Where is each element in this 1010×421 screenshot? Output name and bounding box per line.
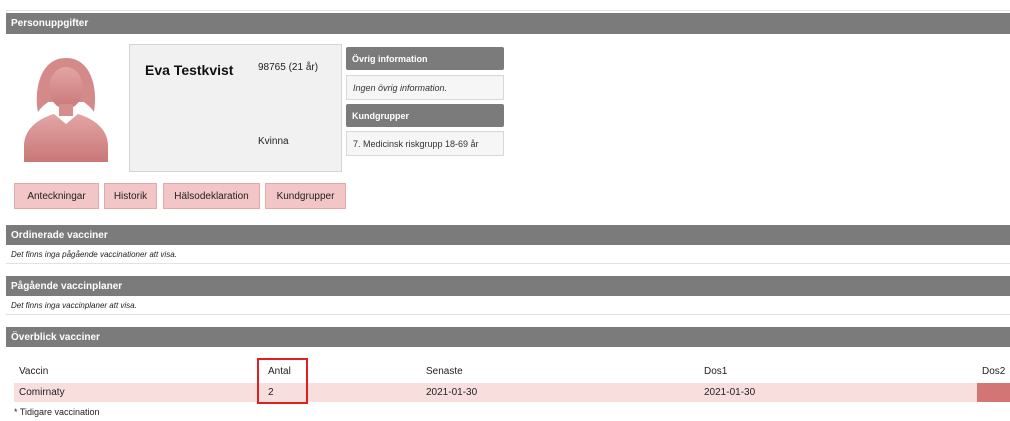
plans-empty-text: Det finns inga vaccinplaner att visa. <box>6 296 1010 315</box>
health-declaration-button[interactable]: Hälsodeklaration <box>163 183 260 209</box>
col-header-dos2[interactable]: Dos2 <box>982 362 1005 380</box>
patient-name: Eva Testkvist <box>145 62 234 78</box>
cell-vaccin: Comirnaty <box>19 387 65 398</box>
section-personuppgifter: Personuppgifter <box>6 13 1010 34</box>
cell-dos2 <box>977 383 1010 402</box>
antal-highlight-box <box>257 358 308 404</box>
footnote: * Tidigare vaccination <box>14 407 100 417</box>
customer-groups-header: Kundgrupper <box>346 104 504 127</box>
section-title: Ordinerade vacciner <box>11 229 108 241</box>
empty-message: Det finns inga pågående vaccinationer at… <box>11 249 177 259</box>
col-header-dos1[interactable]: Dos1 <box>704 362 727 380</box>
section-vaccine-overview: Överblick vacciner <box>6 327 1010 347</box>
ordered-empty-text: Det finns inga pågående vaccinationer at… <box>6 245 1010 264</box>
empty-message: Det finns inga vaccinplaner att visa. <box>11 300 137 310</box>
section-ordered-vaccines: Ordinerade vacciner <box>6 225 1010 245</box>
top-divider <box>6 10 1010 11</box>
patient-gender: Kvinna <box>258 136 289 147</box>
section-title: Överblick vacciner <box>11 331 100 343</box>
customer-groups-value: 7. Medicinsk riskgrupp 18-69 år <box>346 131 504 156</box>
cell-senaste: 2021-01-30 <box>426 387 478 398</box>
col-header-senaste[interactable]: Senaste <box>426 362 463 380</box>
other-info-header: Övrig information <box>346 47 504 70</box>
other-info-value: Ingen övrig information. <box>346 75 504 100</box>
section-title: Personuppgifter <box>11 18 89 29</box>
female-avatar-icon <box>24 58 108 162</box>
section-vaccine-plans: Pågående vaccinplaner <box>6 276 1010 296</box>
patient-id-age: 98765 (21 år) <box>258 62 319 73</box>
col-header-vaccin[interactable]: Vaccin <box>19 362 48 380</box>
cell-dos1: 2021-01-30 <box>704 387 756 398</box>
customer-groups-button[interactable]: Kundgrupper <box>265 183 346 209</box>
section-title: Pågående vaccinplaner <box>11 280 123 292</box>
notes-button[interactable]: Anteckningar <box>14 183 99 209</box>
history-button[interactable]: Historik <box>104 183 157 209</box>
table-row[interactable] <box>14 383 1010 402</box>
patient-card: Eva Testkvist 98765 (21 år) Kvinna <box>129 44 342 172</box>
